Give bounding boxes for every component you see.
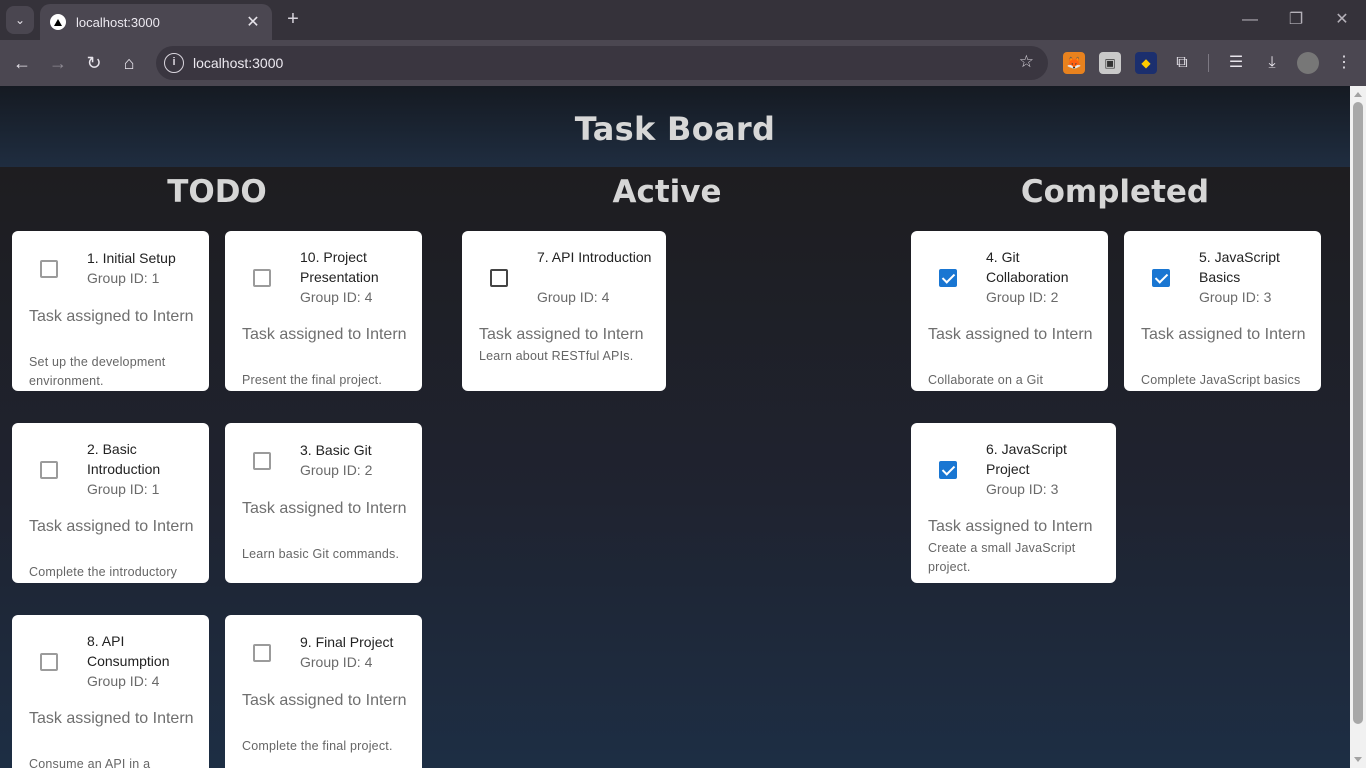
- browser-tab-strip: ⌄ localhost:3000 ✕ + — ❐ ✕: [0, 0, 1366, 40]
- maximize-button[interactable]: ❐: [1284, 8, 1308, 32]
- task-description: Collaborate on a Git: [928, 373, 1044, 387]
- task-assignee: Task assigned to Intern: [1141, 326, 1306, 343]
- task-checkbox[interactable]: [253, 269, 271, 287]
- task-title: 8. API Consumption: [87, 633, 170, 669]
- tab-title: localhost:3000: [76, 14, 160, 30]
- task-group-id: Group ID: 4: [87, 673, 160, 689]
- extensions-puzzle-icon[interactable]: ⧉: [1171, 52, 1193, 74]
- task-card-3[interactable]: 3. Basic Git Group ID: 2 Task assigned t…: [225, 423, 422, 583]
- task-title: 10. Project Presentation: [300, 249, 379, 285]
- task-assignee: Task assigned to Intern: [928, 326, 1093, 343]
- minimize-button[interactable]: —: [1238, 8, 1262, 32]
- task-assignee: Task assigned to Intern: [242, 500, 407, 517]
- task-checkbox[interactable]: [40, 461, 58, 479]
- close-tab-icon[interactable]: ✕: [244, 12, 262, 32]
- task-checkbox[interactable]: [40, 653, 58, 671]
- tab-search-chevron-icon[interactable]: ⌄: [6, 6, 34, 34]
- task-group-id: Group ID: 2: [986, 289, 1059, 305]
- task-assignee: Task assigned to Intern: [928, 518, 1093, 535]
- task-card-10[interactable]: 10. Project Presentation Group ID: 4 Tas…: [225, 231, 422, 391]
- task-description: Learn about RESTful APIs.: [479, 349, 634, 363]
- task-description: Complete JavaScript basics: [1141, 373, 1301, 387]
- task-description: Learn basic Git commands.: [242, 547, 400, 561]
- reload-icon[interactable]: ↻: [81, 50, 107, 76]
- download-icon[interactable]: ⤓: [1261, 52, 1283, 74]
- task-card-9[interactable]: 9. Final Project Group ID: 4 Task assign…: [225, 615, 422, 768]
- extension-icon[interactable]: ▣: [1099, 52, 1121, 74]
- task-card-4[interactable]: 4. Git Collaboration Group ID: 2 Task as…: [911, 231, 1108, 391]
- task-title: 9. Final Project: [300, 634, 394, 650]
- task-card-5[interactable]: 5. JavaScript Basics Group ID: 3 Task as…: [1124, 231, 1321, 391]
- task-card-2[interactable]: 2. Basic Introduction Group ID: 1 Task a…: [12, 423, 209, 583]
- site-info-icon[interactable]: i: [164, 53, 184, 73]
- new-tab-button[interactable]: +: [282, 8, 304, 30]
- task-group-id: Group ID: 4: [300, 289, 373, 305]
- task-title: 7. API Introduction: [537, 249, 652, 265]
- task-card-7[interactable]: 7. API Introduction Group ID: 4 Task ass…: [462, 231, 666, 391]
- task-card-8[interactable]: 8. API Consumption Group ID: 4 Task assi…: [12, 615, 209, 768]
- page-viewport: Task Board TODO Active Completed 1. Init…: [0, 86, 1350, 768]
- media-queue-icon[interactable]: ☰: [1225, 52, 1247, 74]
- metamask-extension-icon[interactable]: 🦊: [1063, 52, 1085, 74]
- task-description: Complete the introductory: [29, 565, 178, 579]
- forward-arrow-icon[interactable]: →: [45, 50, 71, 76]
- page-title: Task Board: [574, 110, 776, 148]
- task-description: Present the final project.: [242, 373, 382, 387]
- task-title: 2. Basic Introduction: [87, 441, 161, 477]
- color-extension-icon[interactable]: ◆: [1135, 52, 1157, 74]
- task-checkbox-checked[interactable]: [939, 461, 957, 479]
- browser-menu-icon[interactable]: ⋮: [1333, 52, 1355, 74]
- task-description: Consume an API in a: [29, 757, 151, 768]
- task-description: Create a small JavaScript project.: [928, 541, 1076, 574]
- task-assignee: Task assigned to Intern: [479, 326, 644, 343]
- task-assignee: Task assigned to Intern: [29, 308, 194, 325]
- task-assignee: Task assigned to Intern: [29, 710, 194, 727]
- task-title: 3. Basic Git: [300, 442, 372, 458]
- task-card-1[interactable]: 1. Initial Setup Group ID: 1 Task assign…: [12, 231, 209, 391]
- toolbar-divider: [1208, 54, 1209, 72]
- task-checkbox-checked[interactable]: [939, 269, 957, 287]
- scroll-down-arrow-icon[interactable]: [1354, 757, 1362, 762]
- task-card-6[interactable]: 6. JavaScript Project Group ID: 3 Task a…: [911, 423, 1116, 583]
- task-description: Complete the final project.: [242, 739, 393, 753]
- task-checkbox[interactable]: [253, 452, 271, 470]
- task-title: 5. JavaScript Basics: [1199, 249, 1280, 285]
- task-title: 6. JavaScript Project: [986, 441, 1067, 477]
- scroll-up-arrow-icon[interactable]: [1354, 92, 1362, 97]
- column-title-todo: TODO: [167, 174, 267, 210]
- page-scrollbar[interactable]: [1350, 86, 1366, 768]
- task-assignee: Task assigned to Intern: [242, 692, 407, 709]
- bookmark-star-icon[interactable]: ☆: [1019, 52, 1034, 72]
- task-group-id: Group ID: 1: [87, 481, 160, 497]
- task-checkbox-checked[interactable]: [1152, 269, 1170, 287]
- task-checkbox[interactable]: [490, 269, 508, 287]
- column-title-active: Active: [612, 174, 722, 210]
- task-checkbox[interactable]: [253, 644, 271, 662]
- task-group-id: Group ID: 3: [986, 481, 1059, 497]
- task-group-id: Group ID: 3: [1199, 289, 1272, 305]
- profile-avatar[interactable]: [1297, 52, 1319, 74]
- browser-tab[interactable]: localhost:3000 ✕: [40, 4, 272, 40]
- address-bar[interactable]: i localhost:3000 ☆: [156, 46, 1048, 80]
- task-group-id: Group ID: 4: [537, 289, 610, 305]
- back-arrow-icon[interactable]: ←: [9, 50, 35, 76]
- task-assignee: Task assigned to Intern: [29, 518, 194, 535]
- page-header: Task Board: [0, 86, 1350, 167]
- home-icon[interactable]: ⌂: [116, 50, 142, 76]
- address-url[interactable]: localhost:3000: [193, 55, 283, 71]
- task-checkbox[interactable]: [40, 260, 58, 278]
- browser-toolbar: ← → ↻ ⌂ i localhost:3000 ☆: [0, 40, 1366, 86]
- task-description: Set up the development environment.: [29, 355, 166, 388]
- column-title-completed: Completed: [1020, 174, 1210, 210]
- task-group-id: Group ID: 1: [87, 270, 160, 286]
- scrollbar-thumb[interactable]: [1353, 102, 1363, 724]
- task-group-id: Group ID: 4: [300, 654, 373, 670]
- task-assignee: Task assigned to Intern: [242, 326, 407, 343]
- task-title: 1. Initial Setup: [87, 250, 176, 266]
- task-group-id: Group ID: 2: [300, 462, 373, 478]
- task-title: 4. Git Collaboration: [986, 249, 1069, 285]
- close-window-button[interactable]: ✕: [1330, 8, 1354, 32]
- favicon-icon: [50, 14, 66, 30]
